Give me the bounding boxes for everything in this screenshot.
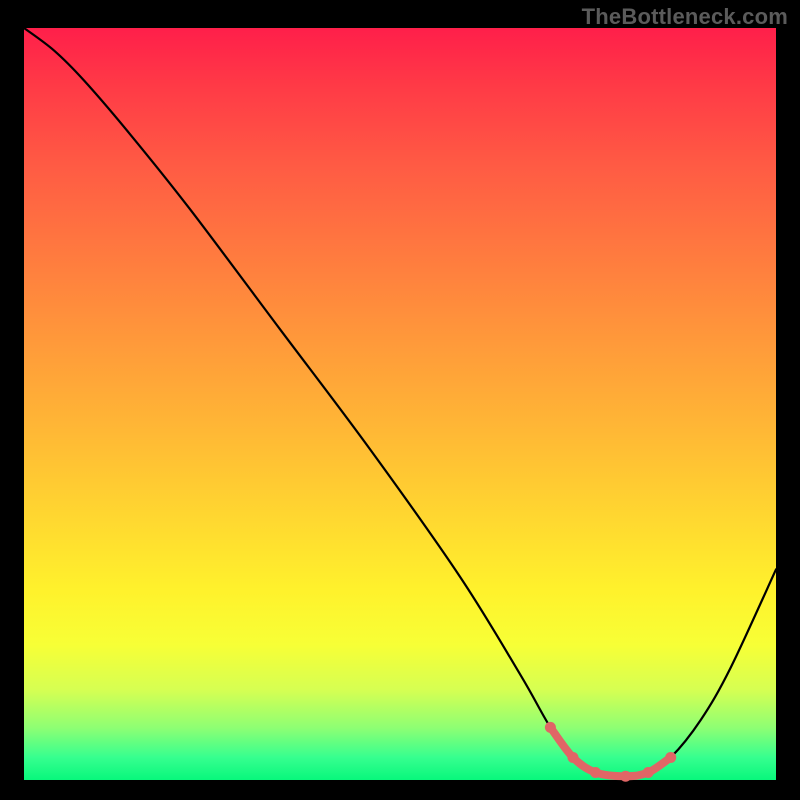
highlight-dot — [567, 752, 578, 763]
optimal-range-highlight — [550, 727, 670, 776]
bottleneck-curve — [24, 28, 776, 776]
plot-area — [24, 28, 776, 780]
highlight-dot — [590, 767, 601, 778]
chart-overlay — [24, 28, 776, 780]
chart-frame: TheBottleneck.com — [0, 0, 800, 800]
highlight-dot — [620, 771, 631, 782]
highlight-dot — [665, 752, 676, 763]
watermark-text: TheBottleneck.com — [582, 4, 788, 30]
highlight-dot — [643, 767, 654, 778]
highlight-dot — [545, 722, 556, 733]
